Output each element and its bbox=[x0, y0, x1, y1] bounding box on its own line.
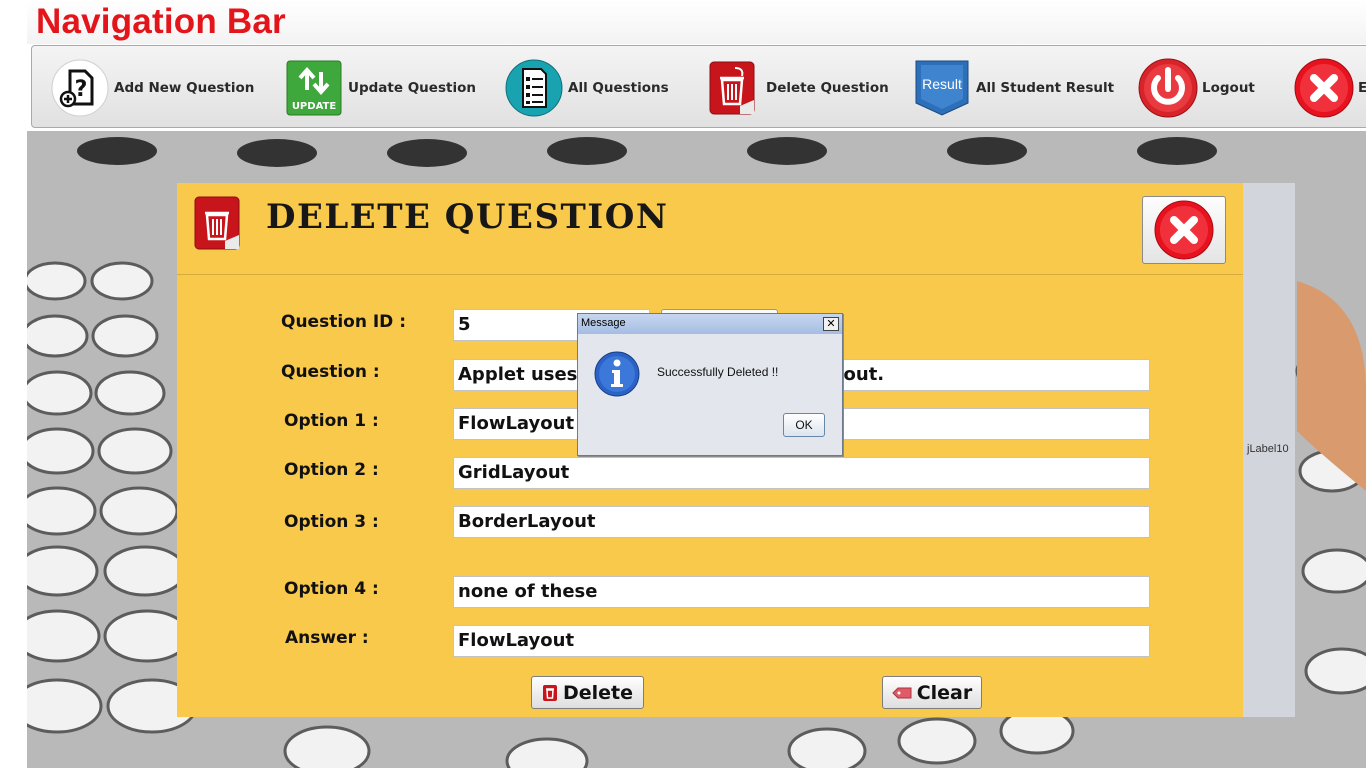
left-strip bbox=[0, 0, 27, 768]
list-icon bbox=[504, 58, 564, 118]
add-new-question-button[interactable]: ? Add New Question bbox=[50, 58, 254, 118]
page-title: DELETE QUESTION bbox=[266, 197, 669, 237]
update-icon: UPDATE bbox=[284, 58, 344, 118]
exit-button[interactable]: E bbox=[1294, 58, 1366, 118]
all-questions-button[interactable]: All Questions bbox=[504, 58, 669, 118]
question-id-label: Question ID : bbox=[281, 312, 407, 332]
delete-button-label: Delete bbox=[562, 681, 634, 704]
toolbar-label: All Student Result bbox=[976, 80, 1115, 96]
add-question-icon: ? bbox=[50, 58, 110, 118]
toolbar-label: All Questions bbox=[568, 80, 669, 96]
message-dialog: Message ✕ Successfully Deleted !! OK bbox=[577, 313, 843, 456]
close-button[interactable] bbox=[1142, 196, 1226, 264]
option-2-field[interactable]: GridLayout bbox=[453, 457, 1150, 489]
trash-icon bbox=[542, 684, 557, 701]
dialog-message: Successfully Deleted !! bbox=[657, 365, 779, 379]
toolbar-label: Add New Question bbox=[114, 80, 255, 96]
trash-icon bbox=[702, 58, 762, 118]
logout-button[interactable]: Logout bbox=[1138, 58, 1255, 118]
toolbar-label: Delete Question bbox=[766, 80, 889, 96]
dialog-title: Message bbox=[581, 317, 626, 329]
toolbar-label: E bbox=[1358, 80, 1366, 96]
svg-text:?: ? bbox=[75, 77, 88, 102]
option-2-label: Option 2 : bbox=[284, 460, 379, 480]
toolbar-label: Update Question bbox=[348, 80, 476, 96]
option-1-label: Option 1 : bbox=[284, 411, 379, 431]
toolbar-label: Logout bbox=[1202, 80, 1255, 96]
ok-button[interactable]: OK bbox=[783, 413, 825, 437]
all-student-result-button[interactable]: Result All Student Result bbox=[912, 58, 1114, 118]
eraser-icon bbox=[892, 687, 912, 698]
question-label: Question : bbox=[281, 362, 380, 382]
side-label: jLabel10 bbox=[1247, 443, 1289, 455]
close-icon bbox=[1154, 200, 1214, 260]
clear-button[interactable]: Clear bbox=[882, 676, 982, 709]
option-3-field[interactable]: BorderLayout bbox=[453, 506, 1150, 538]
answer-label: Answer : bbox=[285, 628, 369, 648]
option-3-label: Option 3 : bbox=[284, 512, 379, 532]
svg-text:Result: Result bbox=[922, 76, 962, 92]
option-4-label: Option 4 : bbox=[284, 579, 379, 599]
trash-icon bbox=[193, 195, 241, 251]
dialog-titlebar: Message ✕ bbox=[578, 314, 842, 334]
toolbar: ? Add New Question UPDATE Update Questio… bbox=[31, 45, 1366, 128]
clear-button-label: Clear bbox=[916, 681, 973, 704]
dialog-close-button[interactable]: ✕ bbox=[823, 317, 839, 331]
answer-field[interactable]: FlowLayout bbox=[453, 625, 1150, 657]
svg-text:UPDATE: UPDATE bbox=[292, 101, 337, 112]
panel-header: DELETE QUESTION bbox=[177, 183, 1243, 275]
exit-icon bbox=[1294, 58, 1354, 118]
result-icon: Result bbox=[912, 58, 972, 118]
navigation-title: Navigation Bar bbox=[36, 2, 286, 41]
info-icon bbox=[594, 351, 640, 397]
delete-question-button[interactable]: Delete Question bbox=[702, 58, 889, 118]
update-question-button[interactable]: UPDATE Update Question bbox=[284, 58, 476, 118]
power-icon bbox=[1138, 58, 1198, 118]
option-4-field[interactable]: none of these bbox=[453, 576, 1150, 608]
close-icon: ✕ bbox=[826, 318, 836, 330]
delete-button[interactable]: Delete bbox=[531, 676, 644, 709]
